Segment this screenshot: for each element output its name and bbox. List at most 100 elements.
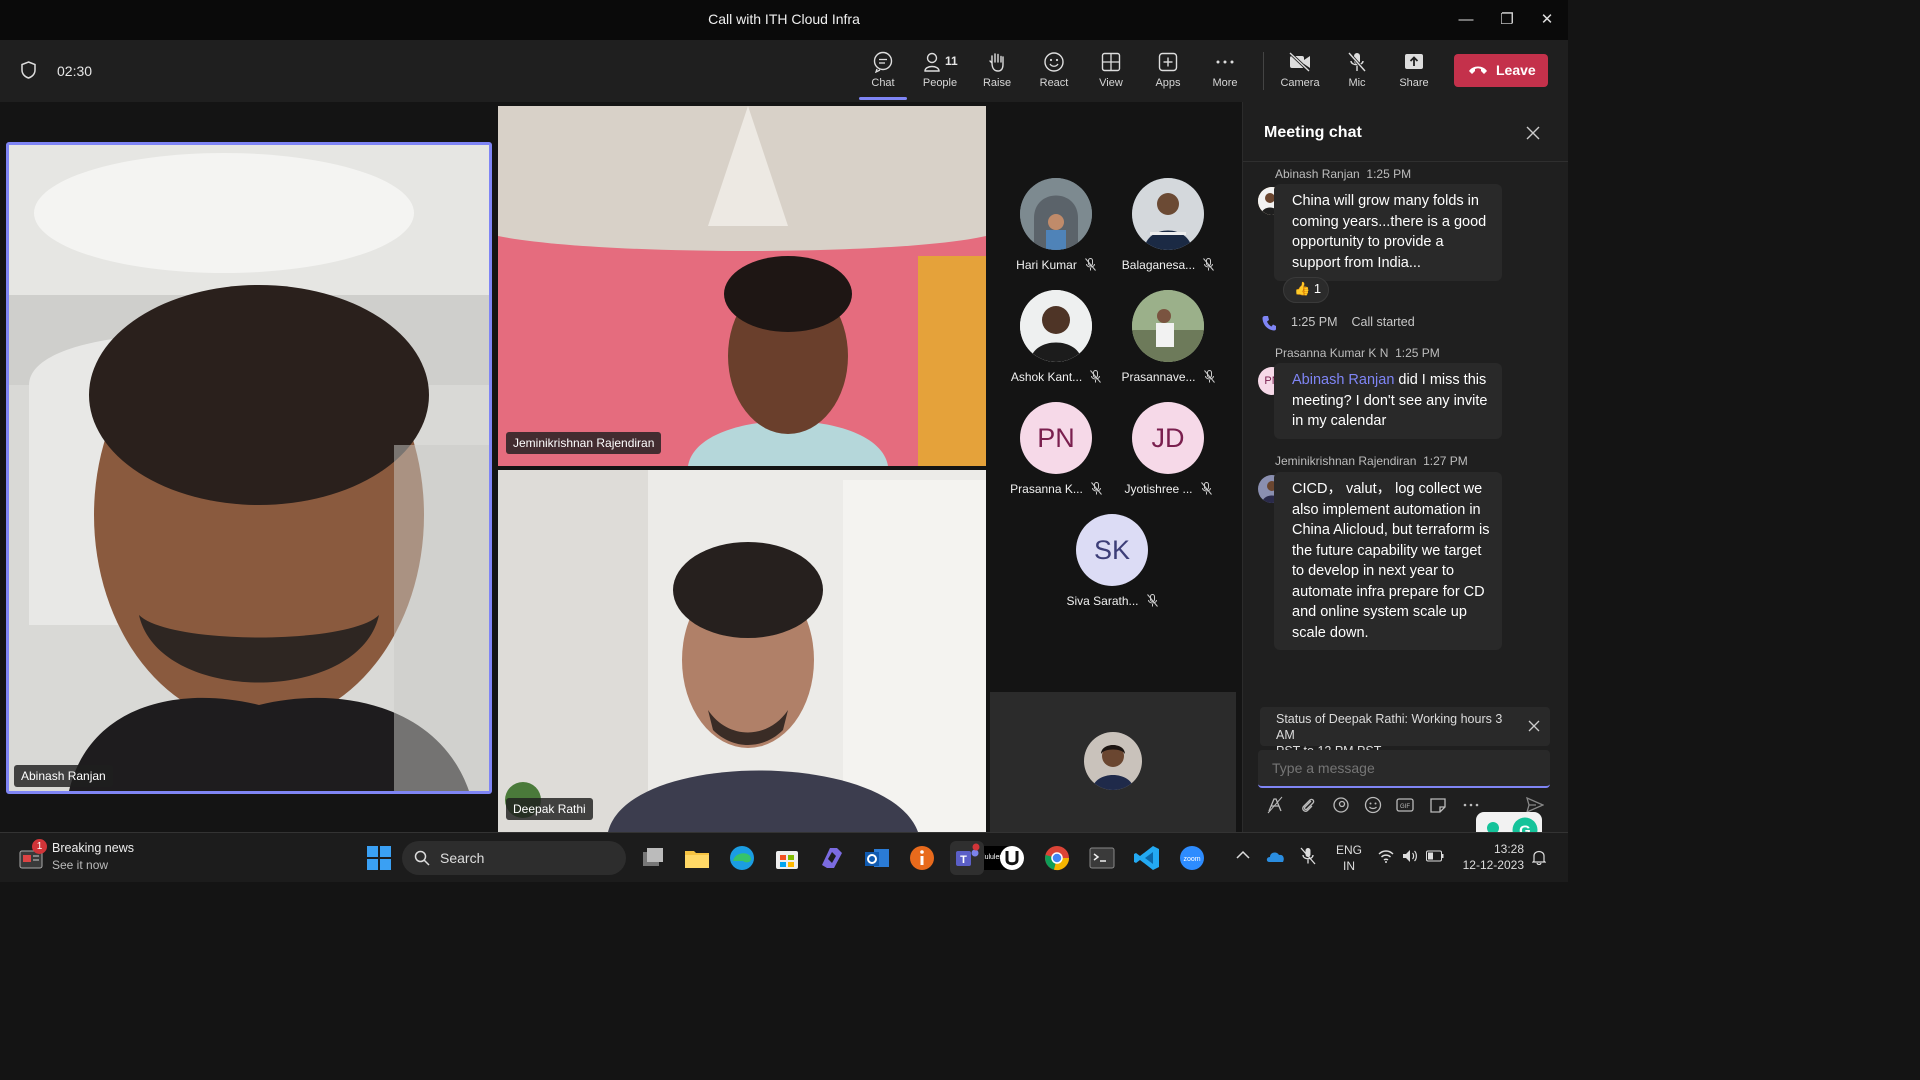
more-button[interactable]: More (1198, 48, 1252, 96)
sticker-icon[interactable] (1429, 796, 1447, 819)
self-avatar (1084, 732, 1142, 790)
avatar-initials: SK (1076, 514, 1148, 586)
teams-icon[interactable]: T (950, 841, 984, 875)
roster-name: Prasannave... (1112, 370, 1224, 386)
file-explorer-icon[interactable] (680, 841, 714, 875)
roster-item[interactable]: SK Siva Sarath... (1056, 514, 1168, 622)
people-icon (913, 51, 967, 73)
video-tile-main[interactable]: Abinash Ranjan (6, 142, 492, 794)
close-icon[interactable] (1528, 720, 1540, 736)
edge-icon[interactable] (725, 841, 759, 875)
chevron-up-icon[interactable] (1236, 849, 1250, 863)
utility-icon[interactable] (995, 841, 1029, 875)
battery-icon[interactable] (1426, 850, 1444, 865)
windows-start-icon[interactable] (362, 841, 396, 875)
roster-item[interactable]: PN Prasanna K... (1000, 402, 1112, 510)
volume-icon[interactable] (1402, 849, 1418, 866)
mic-muted-icon (1203, 258, 1215, 274)
close-window-button[interactable]: ✕ (1533, 8, 1561, 32)
video-tile-bottom[interactable]: Deepak Rathi (498, 470, 986, 832)
mic-muted-icon (1200, 482, 1212, 498)
phone-icon (1262, 315, 1276, 336)
chat-message: Abinash Ranjan did I miss this meeting? … (1274, 363, 1502, 439)
chat-title: Meeting chat (1264, 124, 1362, 141)
video-feed-top (498, 106, 986, 466)
reaction-badge[interactable]: 👍 1 (1283, 277, 1329, 303)
mic-button[interactable]: Mic (1330, 48, 1384, 96)
news-title: Breaking news (52, 841, 134, 855)
apps-label: Apps (1155, 77, 1181, 89)
message-meta: Jeminikrishnan Rajendiran 1:27 PM (1275, 454, 1468, 468)
react-button[interactable]: React (1027, 48, 1081, 96)
emoji-icon[interactable] (1364, 796, 1382, 819)
task-view-icon[interactable] (636, 841, 670, 875)
clock[interactable]: 13:28 12-12-2023 (1460, 841, 1524, 873)
share-label: Share (1399, 77, 1429, 89)
format-icon[interactable] (1266, 796, 1284, 819)
compose-box[interactable] (1258, 750, 1550, 788)
people-button[interactable]: 11 People (913, 48, 967, 96)
roster-item[interactable]: Hari Kumar (1000, 178, 1112, 286)
wifi-icon[interactable] (1378, 849, 1394, 866)
mic-muted-icon (1084, 258, 1096, 274)
more-label: More (1212, 77, 1238, 89)
copilot-icon[interactable] (815, 841, 849, 875)
news-subtitle: See it now (52, 858, 109, 872)
news-badge: 1 (32, 839, 47, 854)
people-label: People (922, 77, 958, 89)
info-app-icon[interactable] (905, 841, 939, 875)
store-icon[interactable] (770, 841, 804, 875)
raise-label: Raise (982, 77, 1012, 89)
onedrive-icon[interactable] (1266, 849, 1286, 866)
roster-name: Balaganesa... (1112, 258, 1224, 274)
chat-button[interactable]: Chat (856, 48, 910, 100)
close-icon[interactable] (1526, 126, 1540, 145)
leave-button[interactable]: Leave (1454, 54, 1548, 87)
terminal-icon[interactable] (1085, 841, 1119, 875)
camera-button[interactable]: Camera (1273, 48, 1327, 96)
video-feed-bottom (498, 470, 986, 832)
roster-item[interactable]: JD Jyotishree ... (1112, 402, 1224, 510)
hand-icon (970, 51, 1024, 73)
avatar (1132, 290, 1204, 362)
roster-item[interactable]: Prasannave... (1112, 290, 1224, 398)
message-input[interactable] (1272, 760, 1532, 776)
restore-button[interactable]: ❐ (1493, 8, 1521, 32)
chat-header: Meeting chat (1243, 102, 1568, 162)
loop-icon[interactable] (1332, 796, 1350, 819)
self-view-tile[interactable] (990, 692, 1236, 832)
view-button[interactable]: View (1084, 48, 1138, 96)
video-tile-top[interactable]: Jeminikrishnan Rajendiran (498, 106, 986, 466)
notification-bell-icon[interactable] (1531, 849, 1547, 868)
outlook-icon[interactable] (860, 841, 894, 875)
chrome-icon[interactable] (1040, 841, 1074, 875)
shield-icon (20, 61, 37, 84)
attach-icon[interactable] (1300, 796, 1316, 819)
raise-hand-button[interactable]: Raise (970, 48, 1024, 96)
language-indicator[interactable]: ENG IN (1336, 842, 1362, 874)
chat-icon (856, 51, 910, 73)
mic-label: Mic (1348, 77, 1366, 89)
taskbar-search[interactable]: Search lululemon (402, 841, 1024, 875)
avatar (1020, 178, 1092, 250)
react-label: React (1039, 77, 1069, 89)
mic-muted-tray-icon[interactable] (1300, 847, 1316, 868)
roster-item[interactable]: Balaganesa... (1112, 178, 1224, 286)
vscode-icon[interactable] (1130, 841, 1164, 875)
participant-name-top: Jeminikrishnan Rajendiran (506, 432, 662, 454)
people-count: 11 (945, 54, 958, 68)
minimize-button[interactable]: — (1452, 8, 1480, 32)
roster-item[interactable]: Ashok Kant... (1000, 290, 1112, 398)
search-label: Search (440, 850, 485, 866)
roster-name: Siva Sarath... (1056, 594, 1168, 610)
apps-button[interactable]: Apps (1141, 48, 1195, 96)
mic-muted-icon (1146, 594, 1158, 610)
gif-icon[interactable]: GIF (1396, 796, 1414, 819)
chat-message: CICD， valut， log collect we also impleme… (1274, 472, 1502, 650)
share-button[interactable]: Share (1387, 48, 1441, 96)
user-mention[interactable]: Abinash Ranjan (1292, 372, 1394, 388)
ellipsis-icon (1198, 51, 1252, 73)
zoom-icon[interactable]: zoom (1175, 841, 1209, 875)
message-meta: Prasanna Kumar K N 1:25 PM (1275, 346, 1440, 360)
avatar-initials: PN (1020, 402, 1092, 474)
